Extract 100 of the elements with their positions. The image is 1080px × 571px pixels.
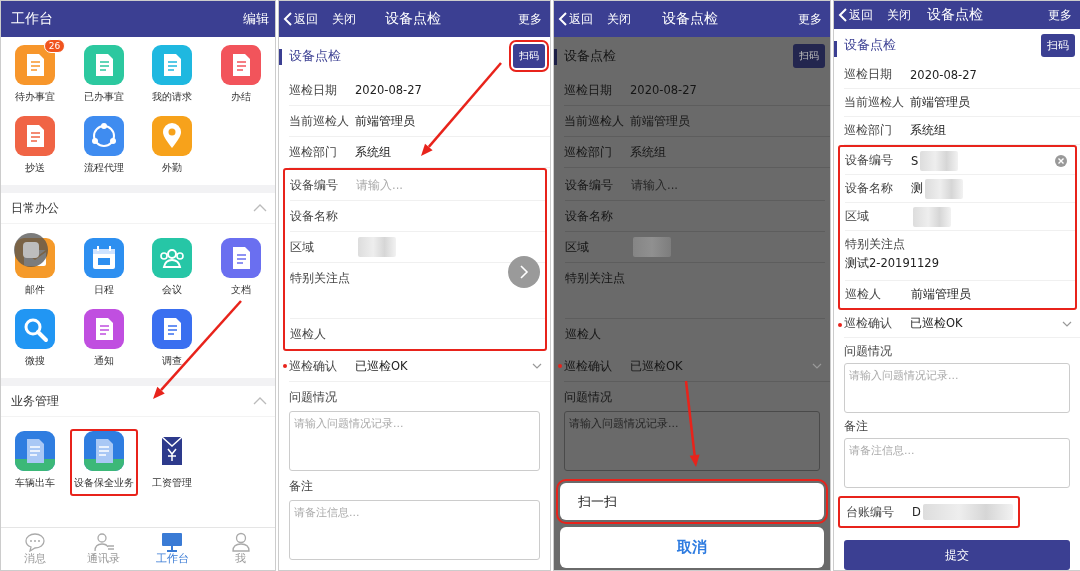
field-value: 系统组 [910,123,946,138]
field-label: 巡检日期 [289,82,338,98]
close-button[interactable]: 关闭 [607,10,631,28]
field-label: 备注 [844,418,869,435]
form-title: 设备点检 [564,47,616,65]
input-field[interactable]: 请输入... [356,178,476,192]
field-value: 2020-08-27 [355,83,422,97]
cancel-button[interactable]: 取消 [560,527,824,568]
app-button[interactable]: 外勤 [138,114,207,177]
count-badge: 26 [43,39,66,53]
app-button[interactable]: 办结 [206,43,275,106]
floating-menu[interactable] [14,233,48,267]
scan-button[interactable]: 扫码 [1041,33,1075,57]
form-title: 设备点检 [289,47,341,65]
app-button[interactable]: 调查 [138,307,207,370]
app-button[interactable]: 工资管理 [138,429,207,496]
field-value: 测 [911,181,923,196]
chevron-up-icon[interactable] [253,397,267,405]
field-label: 当前巡检人 [289,113,350,129]
person-icon [229,532,252,552]
app-button[interactable]: 通知 [69,307,138,370]
screen-title: 设备点检 [662,10,718,28]
chevron-left-icon [558,12,567,26]
chevron-down-icon[interactable] [532,363,542,369]
back-button[interactable]: 返回 [838,6,873,24]
app-button[interactable]: 会议 [138,236,207,299]
field-label: 巡检确认 [564,358,613,374]
field-value: 测试2-20191129 [845,256,939,271]
close-button[interactable]: 关闭 [332,10,356,28]
app-button[interactable]: 车辆出车 [1,429,70,496]
field-label: 巡检部门 [289,144,338,160]
edit-button[interactable]: 编辑 [243,10,269,28]
more-button[interactable]: 更多 [518,10,542,28]
field-value: 系统组 [355,144,391,160]
input-field[interactable]: 请输入... [631,178,751,192]
field-label: 设备编号 [565,177,614,193]
app-button[interactable]: 我的请求 [138,43,207,106]
field-value: 2020-08-27 [910,67,977,82]
chevron-up-icon[interactable] [253,204,267,212]
field-label: 巡检确认 [844,316,893,331]
scan-button[interactable]: 扫码 [793,44,825,68]
app-button[interactable]: 文档 [206,236,275,299]
field-label: 设备名称 [565,208,614,224]
floating-menu[interactable] [508,256,540,288]
field-value: 已巡检OK [910,316,963,331]
chat-icon [24,532,47,552]
screen-title: 工作台 [11,10,53,28]
form-title: 设备点检 [844,36,896,54]
field-label: 区域 [565,239,590,255]
field-label: 特别关注点 [290,271,351,286]
submit-button[interactable]: 提交 [844,540,1070,570]
rounded-square-icon [22,241,40,259]
more-button[interactable]: 更多 [798,10,822,28]
app-button[interactable]: 已办事宜 [69,43,138,106]
field-label: 问题情况 [289,389,338,406]
field-label: 当前巡检人 [564,113,625,129]
field-value: 前端管理员 [911,287,971,302]
chevron-left-icon [283,12,292,26]
field-label: 巡检日期 [844,67,893,82]
field-label: 巡检确认 [289,358,338,374]
chevron-right-icon [519,265,529,279]
field-value: 已巡检OK [355,358,408,374]
close-button[interactable]: 关闭 [887,6,911,24]
field-label: 当前巡检人 [844,95,905,110]
field-label: 巡检人 [290,326,327,342]
field-value: 前端管理员 [910,95,970,110]
field-value: S [911,153,919,168]
field-label: 设备编号 [290,177,339,193]
chevron-down-icon[interactable] [1062,320,1072,327]
field-label: 巡检日期 [564,82,613,98]
field-label: 特别关注点 [565,271,626,286]
section-title: 业务管理 [11,392,59,410]
field-label: 巡检人 [845,287,882,302]
field-label: 巡检人 [565,326,602,342]
app-button[interactable]: 设备保全业务 [69,429,138,496]
tab-button[interactable]: 工作台 [138,528,207,570]
back-button[interactable]: 返回 [558,10,593,28]
field-value: D [912,505,921,519]
contacts-icon [92,532,115,552]
section-title: 日常办公 [11,199,59,217]
monitor-icon [161,532,184,552]
field-label: 特别关注点 [845,237,906,252]
back-button[interactable]: 返回 [283,10,318,28]
chevron-left-icon [838,8,847,22]
field-value: 前端管理员 [355,113,415,129]
field-label: 设备编号 [845,153,894,168]
field-label: 问题情况 [844,343,893,360]
clear-icon[interactable] [1055,154,1067,167]
field-label: 区域 [845,209,870,224]
field-label: 巡检部门 [564,144,613,160]
field-label: 台账编号 [846,504,895,520]
field-label: 设备名称 [845,181,894,196]
app-button[interactable]: 抄送 [1,114,70,177]
field-label: 备注 [289,478,314,495]
field-value: 2020-08-27 [630,83,697,97]
field-label: 问题情况 [564,389,613,406]
app-button[interactable]: 日程 [69,236,138,299]
app-button[interactable]: 微搜 [1,307,70,370]
app-button[interactable]: 流程代理 [69,114,138,177]
more-button[interactable]: 更多 [1048,6,1072,24]
